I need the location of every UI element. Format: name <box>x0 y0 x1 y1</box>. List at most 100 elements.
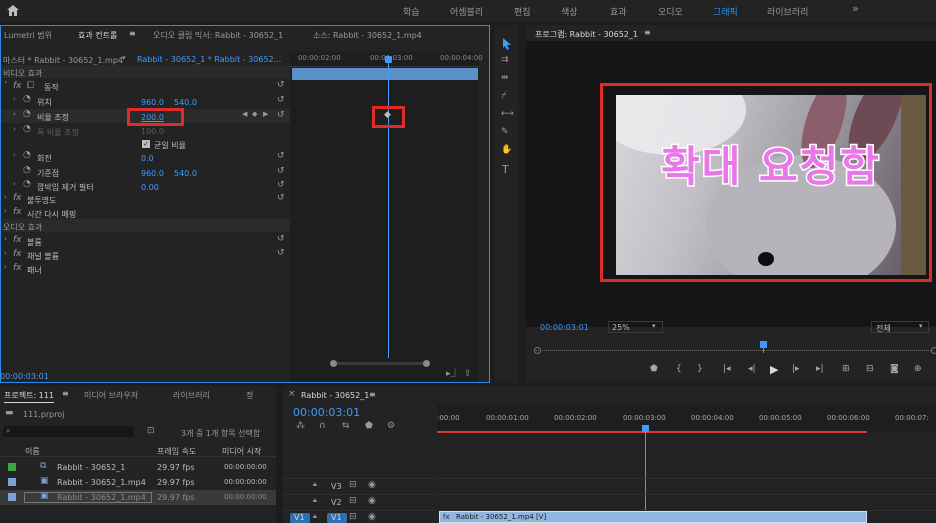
tab-lumetri-scopes[interactable]: Lumetri 범위 <box>4 30 52 41</box>
anti-flicker-value[interactable]: 0.00 <box>141 183 159 192</box>
lock-icon[interactable]: 🔒︎ <box>313 513 317 520</box>
effect-controls-menu-icon[interactable]: ≡ <box>129 29 136 38</box>
home-icon[interactable] <box>7 5 19 16</box>
reset-icon[interactable]: ↺ <box>277 152 285 161</box>
stopwatch-icon[interactable]: ◔ <box>23 166 31 175</box>
selection-tool-icon[interactable] <box>502 38 512 50</box>
program-timecode[interactable]: 00:00:03:01 <box>540 323 589 332</box>
pen-tool-icon[interactable]: ✎ <box>501 128 509 137</box>
workspace-effects[interactable]: 효과 <box>610 5 627 18</box>
button-editor-icon[interactable]: ⊕ <box>914 364 922 374</box>
workspace-audio[interactable]: 오디오 <box>658 5 683 18</box>
fx-icon[interactable]: fx <box>13 82 22 91</box>
chevron-right-icon[interactable]: › <box>4 250 7 257</box>
scale-value[interactable]: 200.0 <box>141 113 164 122</box>
reset-icon[interactable]: ↺ <box>277 96 285 105</box>
stopwatch-icon[interactable]: ◔ <box>23 110 31 119</box>
sync-lock-icon[interactable]: ⊟ <box>349 513 357 522</box>
reset-icon[interactable]: ↺ <box>277 194 285 203</box>
column-name[interactable]: 이름 <box>25 446 40 457</box>
track-header-v3[interactable]: 🔒︎ V3 ⊟ ◉ <box>283 478 435 492</box>
label-color-swatch[interactable] <box>8 463 16 471</box>
keyframe-diamond-icon[interactable]: ◆ <box>384 110 391 120</box>
eye-icon[interactable]: ◉ <box>368 481 376 490</box>
project-menu-icon[interactable]: ≡ <box>62 389 69 398</box>
snap-icon[interactable]: ∩ <box>319 422 326 431</box>
step-back-icon[interactable]: ◂| <box>748 364 756 374</box>
anchor-y-value[interactable]: 540.0 <box>174 169 197 178</box>
program-monitor-title[interactable]: 프로그램: Rabbit - 30652_1 <box>535 29 638 40</box>
list-item[interactable]: ▣ Rabbit - 30652_1.mp4 29.97 fps 00:00:0… <box>0 475 276 489</box>
rabbit-video-frame[interactable]: 확대 요청함 <box>616 95 926 275</box>
overlay-title-text[interactable]: 확대 요청함 <box>616 133 926 194</box>
nest-icon[interactable]: ⁂ <box>296 422 305 431</box>
stopwatch-icon[interactable]: ◔ <box>23 95 31 104</box>
track-header-v1[interactable]: V1 🔒︎ V1 ⊟ ◉ <box>283 510 435 523</box>
workspace-libraries[interactable]: 라이브러리 <box>767 5 808 18</box>
add-marker-icon[interactable]: ⬟ <box>365 422 373 431</box>
program-menu-icon[interactable]: ≡ <box>644 28 651 37</box>
timeline-menu-icon[interactable]: ≡ <box>369 390 376 399</box>
timeline-playhead-handle[interactable] <box>642 425 649 432</box>
position-y-value[interactable]: 540.0 <box>174 98 197 107</box>
chevron-right-icon[interactable]: › <box>13 181 16 188</box>
reset-icon[interactable]: ↺ <box>277 181 285 190</box>
go-to-in-icon[interactable]: |◂ <box>723 364 731 374</box>
chevron-right-icon[interactable]: › <box>13 152 16 159</box>
eye-icon[interactable]: ◉ <box>368 513 376 522</box>
label-color-swatch[interactable] <box>8 478 16 486</box>
previous-keyframe-icon[interactable]: ◀ <box>242 111 247 118</box>
quality-select[interactable]: 전체 ▾ <box>871 321 929 333</box>
reset-icon[interactable]: ↺ <box>277 81 285 90</box>
add-marker-icon[interactable]: ⬟ <box>650 364 658 374</box>
source-patch-v1[interactable]: V1 <box>290 513 310 523</box>
playhead-handle[interactable] <box>385 56 392 63</box>
column-media-start[interactable]: 미디어 시작 <box>222 446 261 457</box>
reset-icon[interactable]: ↺ <box>277 249 285 258</box>
track-header-v2[interactable]: 🔒︎ V2 ⊟ ◉ <box>283 494 435 508</box>
fx-icon[interactable]: fx <box>13 236 22 245</box>
timeline-clip[interactable]: fx Rabbit - 30652_1.mp4 [V] <box>439 511 867 523</box>
reset-icon[interactable]: ↺ <box>277 167 285 176</box>
eye-icon[interactable]: ◉ <box>368 497 376 506</box>
workspace-graphics[interactable]: 그래픽 <box>713 5 738 18</box>
lock-icon[interactable]: 🔒︎ <box>313 481 317 488</box>
tab-source[interactable]: 소스: Rabbit - 30652_1.mp4 <box>313 30 422 41</box>
effect-controls-timecode[interactable]: 00:00:03:01 <box>0 372 49 381</box>
fx-icon[interactable]: fx <box>13 250 22 259</box>
mark-out-icon[interactable]: } <box>697 364 703 374</box>
tab-media-browser[interactable]: 미디어 브라우저 <box>84 390 138 401</box>
close-icon[interactable]: × <box>288 390 296 399</box>
reset-icon[interactable]: ↺ <box>277 111 285 120</box>
sequence-clip-label[interactable]: Rabbit - 30652_1 * Rabbit - 30652... <box>137 55 281 64</box>
mark-in-icon[interactable]: { <box>676 364 682 374</box>
sync-lock-icon[interactable]: ⊟ <box>349 497 357 506</box>
step-forward-icon[interactable]: |▸ <box>792 364 800 374</box>
uniform-scale-checkbox[interactable]: ✓ <box>142 140 150 148</box>
chevron-down-icon[interactable]: ˅ <box>4 82 8 89</box>
timeline-ruler[interactable]: :00:00 00:00:01:00 00:00:02:00 00:00:03:… <box>437 404 936 433</box>
zoom-handle-right[interactable] <box>423 360 430 367</box>
scrub-end-handle[interactable] <box>931 347 936 354</box>
zoom-scrollbar[interactable] <box>330 362 430 365</box>
workspace-assembly[interactable]: 어셈블리 <box>450 5 483 18</box>
zoom-select[interactable]: 25% ▾ <box>608 321 663 333</box>
play-audio-icon[interactable]: ▸⏌ <box>446 370 460 379</box>
type-tool-icon[interactable]: T <box>502 164 509 175</box>
chevron-right-icon[interactable]: › <box>13 111 16 118</box>
column-frame-rate[interactable]: 프레임 속도 <box>157 446 196 457</box>
workspace-edit[interactable]: 편집 <box>514 5 531 18</box>
hand-tool-icon[interactable]: ✋ <box>501 146 512 155</box>
label-color-swatch[interactable] <box>8 493 16 501</box>
tab-project[interactable]: 프로젝트: 111 <box>4 390 54 403</box>
tab-overflow[interactable]: 정 <box>246 390 253 401</box>
tab-libraries[interactable]: 라이브러리 <box>173 390 210 401</box>
list-item[interactable]: ⧉ Rabbit - 30652_1 29.97 fps 00:00:00:00 <box>0 460 276 474</box>
reset-icon[interactable]: ↺ <box>277 235 285 244</box>
export-frame-icon[interactable]: ⇪ <box>464 370 472 379</box>
chevron-right-icon[interactable]: › <box>4 194 7 201</box>
slip-tool-icon[interactable]: ⟷ <box>501 110 514 119</box>
add-keyframe-icon[interactable]: ◆ <box>252 111 257 118</box>
zoom-handle-left[interactable] <box>330 360 337 367</box>
new-bin-icon[interactable]: ⊡ <box>147 427 155 436</box>
